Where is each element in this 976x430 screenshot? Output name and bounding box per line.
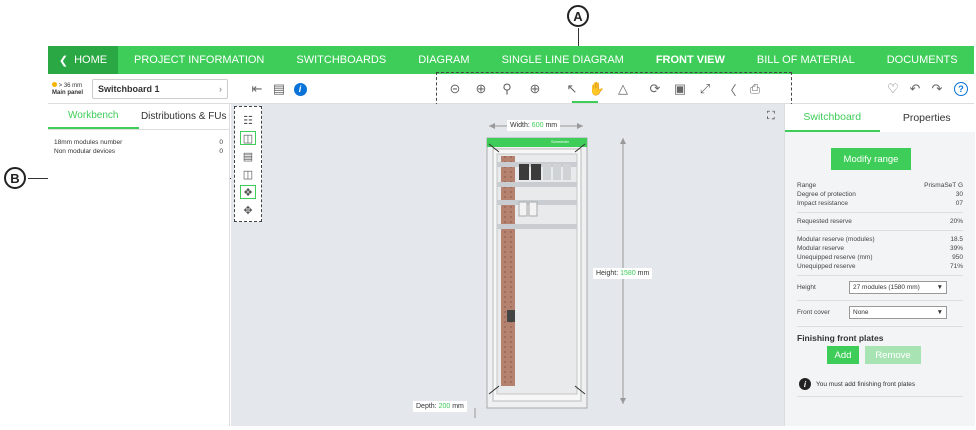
tag-icon[interactable]: ❖ <box>240 185 256 199</box>
workbench-summary: 18mm modules number 0 Non modular device… <box>48 138 229 156</box>
protection-row: Degree of protection 30 <box>797 191 963 198</box>
divider <box>797 326 963 327</box>
redo-icon[interactable]: ↷ <box>928 80 946 98</box>
remove-button[interactable]: Remove <box>865 346 921 364</box>
height-label: Height <box>797 284 816 291</box>
brand-logo: Schneider <box>551 139 570 144</box>
finishing-title: Finishing front plates <box>797 333 884 343</box>
range-row: Range PrismaSeT G <box>797 182 963 189</box>
top-navigation: ❮ HOME PROJECT INFORMATION SWITCHBOARDS … <box>48 46 974 74</box>
reserve-row: Unequipped reserve (mm) 950 <box>797 254 963 261</box>
tab-distributions[interactable]: Distributions & FUs <box>139 104 230 129</box>
caret-down-icon: ▼ <box>936 309 943 316</box>
side-tool-column: ☷ ◫ ▤ ◫ ❖ ✥ <box>234 106 262 222</box>
chevron-left-icon: ❮ <box>58 54 69 67</box>
requested-reserve-row: Requested reserve 20% <box>797 218 963 225</box>
left-panel-tabs: Workbench Distributions & FUs <box>48 104 229 130</box>
reserve-row: Unequipped reserve 71% <box>797 263 963 270</box>
help-icon[interactable]: ? <box>952 80 970 98</box>
tab-switchboards[interactable]: SWITCHBOARDS <box>280 46 402 74</box>
height-dimension: Height: 1580 mm <box>593 268 653 279</box>
depth-dimension: Depth: 200 mm <box>413 401 467 412</box>
impact-row: Impact resistance 07 <box>797 200 963 207</box>
tab-single-line-diagram[interactable]: SINGLE LINE DIAGRAM <box>486 46 640 74</box>
tab-switchboard[interactable]: Switchboard <box>785 104 880 132</box>
notice: i You must add finishing front plates <box>799 378 915 390</box>
divider <box>797 396 963 397</box>
layout-icon[interactable]: ☷ <box>240 113 256 127</box>
callout-a-highlight <box>436 72 792 106</box>
status-dot-icon <box>52 81 57 87</box>
info-icon: i <box>799 378 811 390</box>
fullscreen-icon[interactable]: ⛶ <box>767 110 775 123</box>
caret-down-icon: ▼ <box>936 284 943 291</box>
chevron-right-icon: › <box>219 84 222 94</box>
import-icon[interactable]: ⇤ <box>248 80 266 98</box>
device-icon[interactable]: ◫ <box>240 131 256 145</box>
switchboard-drawing <box>474 123 626 418</box>
info-icon[interactable]: i <box>291 80 309 98</box>
list-item: Non modular devices 0 <box>54 148 223 155</box>
list-item: 18mm modules number 0 <box>54 139 223 146</box>
front-cover-select[interactable]: None ▼ <box>849 306 947 319</box>
callout-a-marker: A <box>567 5 589 27</box>
height-select[interactable]: 27 modules (1580 mm) ▼ <box>849 281 947 294</box>
divider <box>797 230 963 231</box>
panel-identifier: > 36 mm Main panel Switchboard 1 › <box>52 78 232 100</box>
tab-project-information[interactable]: PROJECT INFORMATION <box>118 46 280 74</box>
panel-info: > 36 mm Main panel <box>52 81 84 96</box>
undo-icon[interactable]: ↶ <box>906 80 924 98</box>
right-panel-tabs: Switchboard Properties <box>785 104 974 132</box>
reserve-row: Modular reserve 39% <box>797 245 963 252</box>
left-panel: Workbench Distributions & FUs 18mm modul… <box>48 104 230 426</box>
move-icon[interactable]: ✥ <box>240 203 256 217</box>
tab-diagram[interactable]: DIAGRAM <box>402 46 485 74</box>
divider <box>797 300 963 301</box>
home-button[interactable]: ❮ HOME <box>48 46 118 74</box>
switchboard-selector[interactable]: Switchboard 1 › <box>92 79 228 99</box>
add-button[interactable]: Add <box>827 346 859 364</box>
switchboard-properties: Modify range Range PrismaSeT G Degree of … <box>785 132 975 426</box>
right-panel: Switchboard Properties Modify range Rang… <box>784 104 975 426</box>
callout-b-marker: B <box>4 167 26 189</box>
divider <box>797 212 963 213</box>
active-tool-indicator <box>572 101 598 103</box>
tab-properties[interactable]: Properties <box>880 104 975 132</box>
width-dimension: Width: 600 mm <box>507 120 561 131</box>
bell-icon[interactable]: ♡ <box>884 80 902 98</box>
front-view-canvas[interactable]: Schneider Width: 600 mm Height: 1580 mm … <box>231 104 784 426</box>
divider <box>797 275 963 276</box>
list-icon[interactable]: ▤ <box>240 149 256 163</box>
tab-front-view[interactable]: FRONT VIEW <box>640 46 741 74</box>
modify-range-button[interactable]: Modify range <box>831 148 911 170</box>
tab-documents[interactable]: DOCUMENTS <box>871 46 974 74</box>
export-icon[interactable]: ▤ <box>270 80 288 98</box>
reserve-row: Modular reserve (modules) 18.5 <box>797 236 963 243</box>
tab-bill-of-material[interactable]: BILL OF MATERIAL <box>741 46 871 74</box>
front-cover-label: Front cover <box>797 309 830 316</box>
book-icon[interactable]: ◫ <box>240 167 256 181</box>
tab-workbench[interactable]: Workbench <box>48 104 139 129</box>
